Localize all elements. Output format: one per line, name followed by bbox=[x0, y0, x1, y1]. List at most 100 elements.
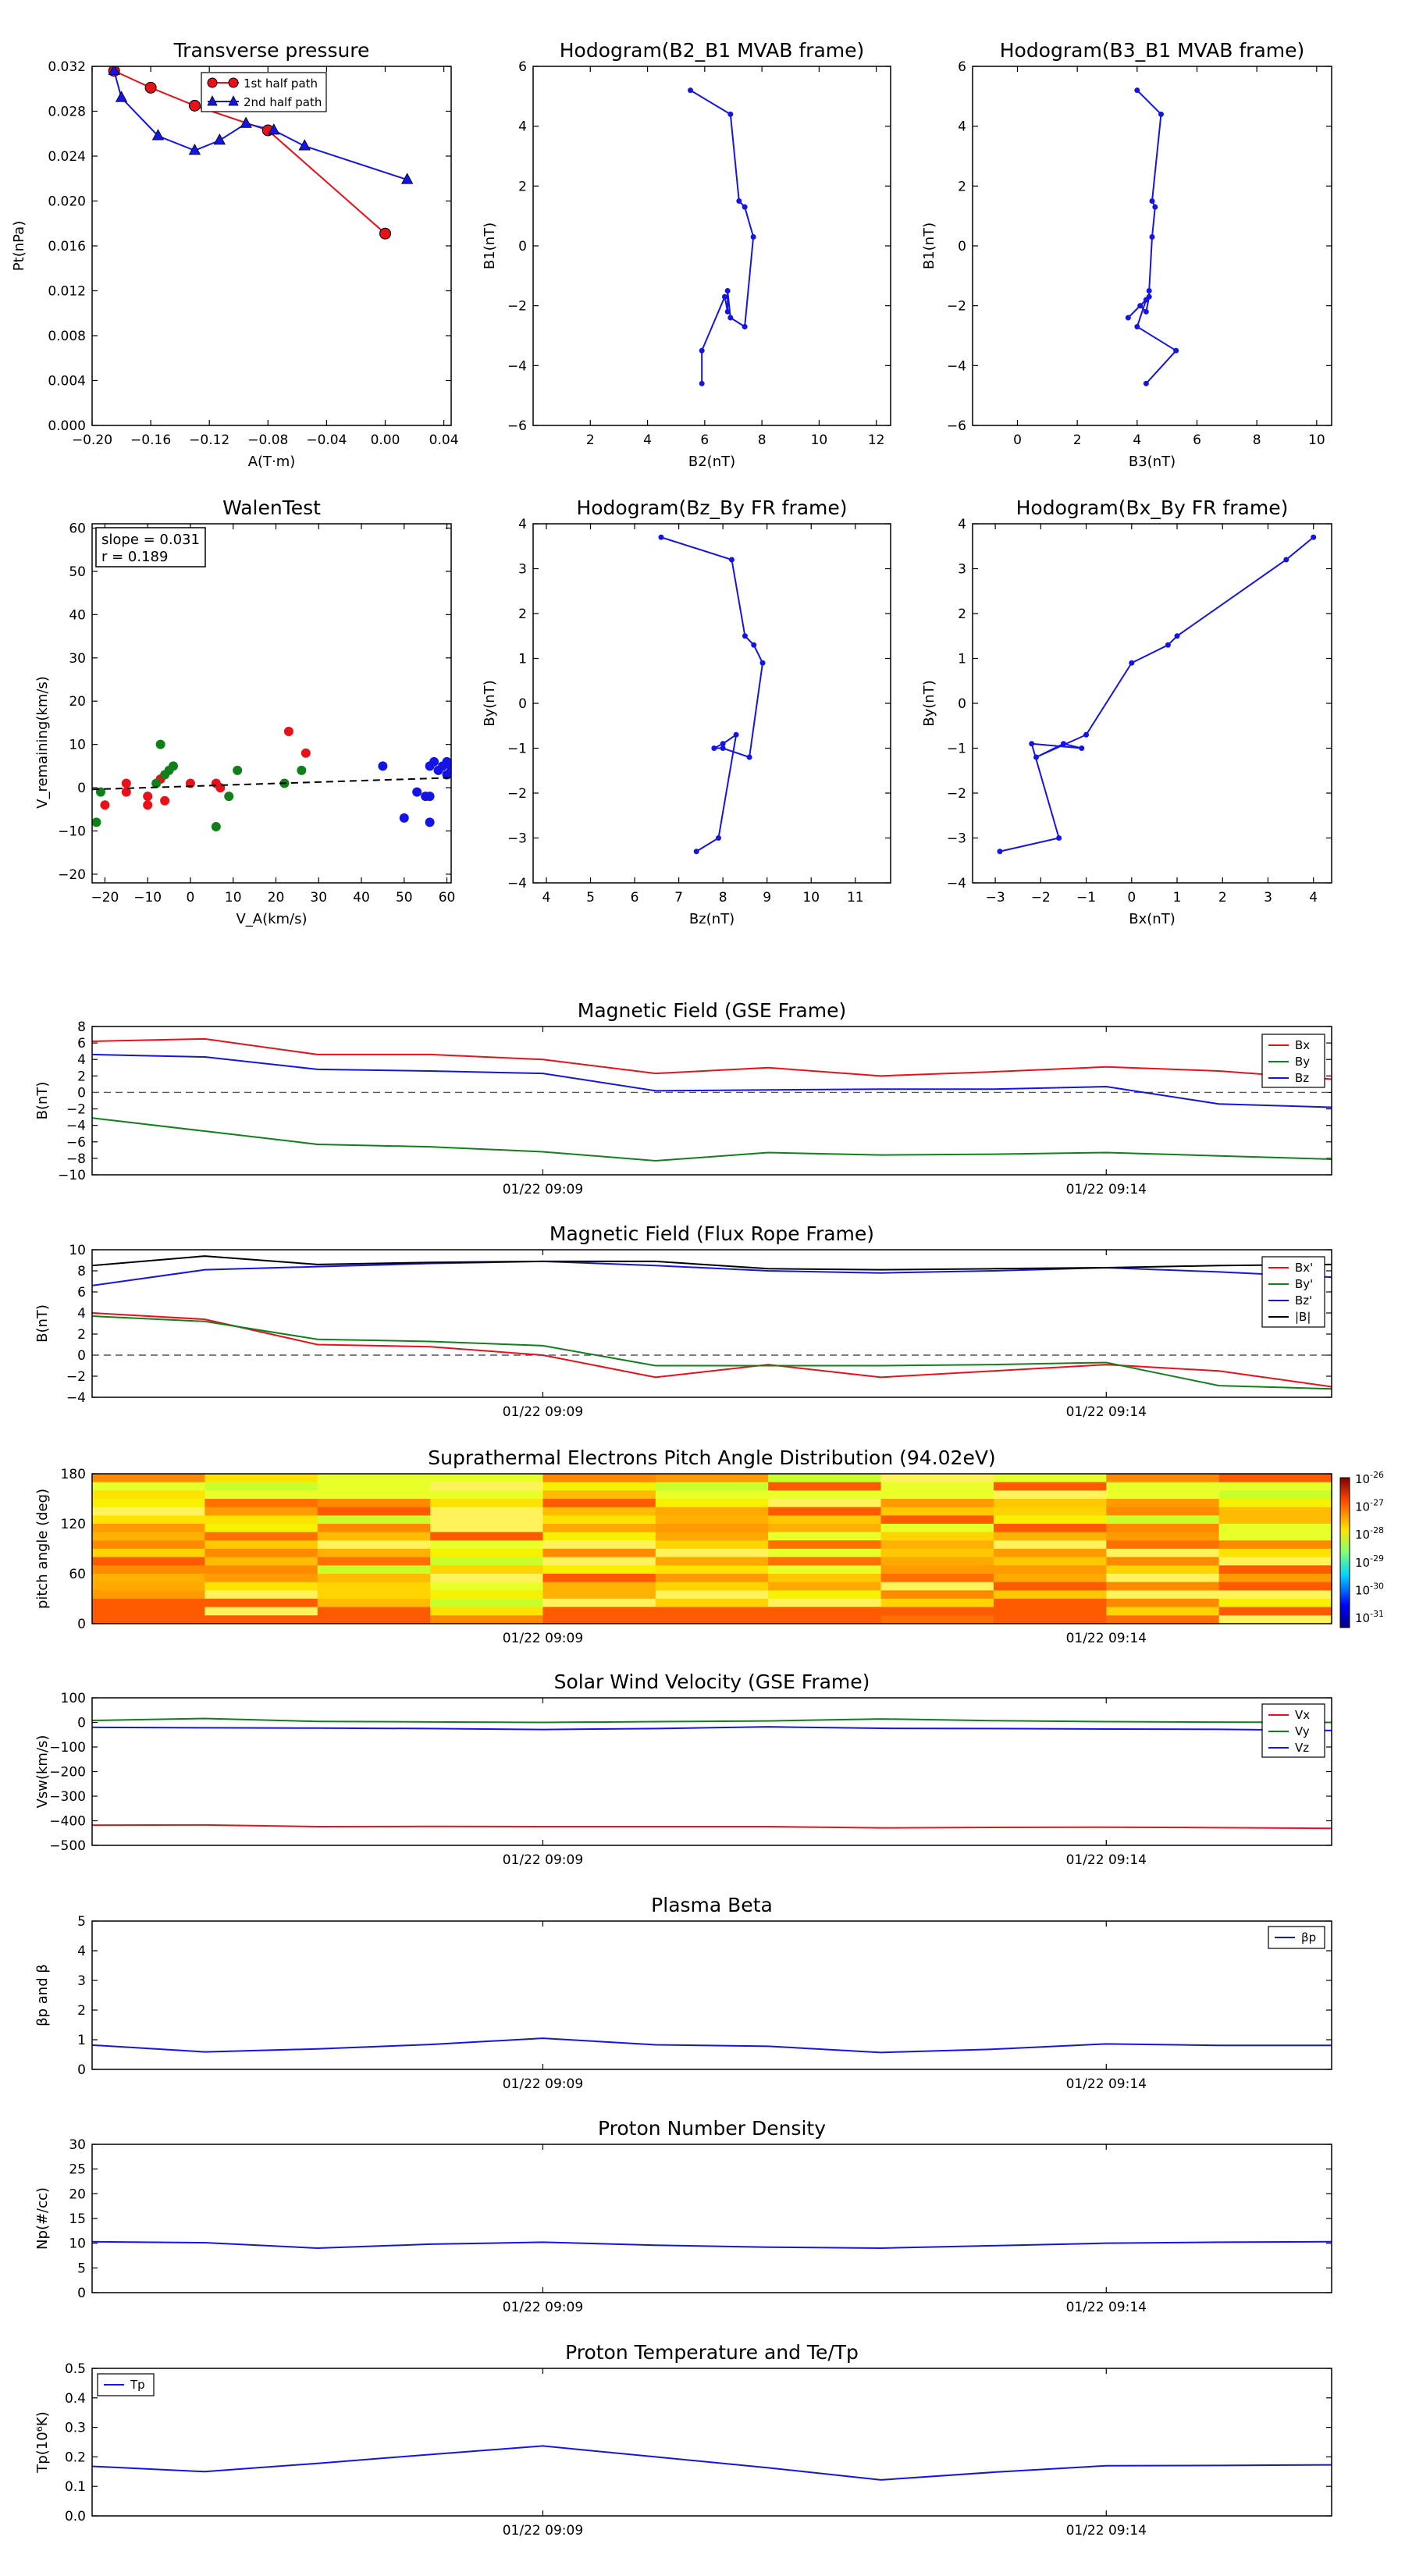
heatmap-cell bbox=[993, 1482, 1107, 1491]
data-point bbox=[425, 817, 435, 827]
heatmap-cell bbox=[317, 1499, 431, 1508]
heatmap-cell bbox=[92, 1599, 205, 1608]
legend: βp bbox=[1268, 1926, 1325, 1949]
x-tick-label: 01/22 09:09 bbox=[503, 2523, 583, 2539]
colorbar-exponent: -27 bbox=[1370, 1498, 1384, 1508]
annotation-r: r = 0.189 bbox=[101, 549, 168, 565]
axes-frame bbox=[972, 523, 1332, 884]
heatmap-cell bbox=[92, 1565, 205, 1574]
colorbar-base: 10 bbox=[1355, 1528, 1370, 1542]
x-tick-label: 6 bbox=[1193, 432, 1201, 448]
heatmap-cell bbox=[430, 1565, 544, 1574]
y-tick-label: 0 bbox=[958, 239, 966, 254]
y-tick-label: −100 bbox=[49, 1740, 86, 1756]
heatmap-cell bbox=[317, 1606, 431, 1616]
heatmap-cell bbox=[768, 1557, 882, 1566]
y-tick-label: −2 bbox=[66, 1369, 86, 1385]
x-tick-label: −0.08 bbox=[247, 432, 288, 448]
x-tick-label: 1 bbox=[1173, 890, 1182, 906]
heatmap-cell bbox=[542, 1582, 656, 1591]
y-tick-label: 4 bbox=[958, 119, 966, 135]
heatmap-cell bbox=[317, 1515, 431, 1525]
heatmap-cell bbox=[655, 1474, 769, 1483]
legend-label: 2nd half path bbox=[244, 95, 322, 109]
heatmap-cell bbox=[542, 1540, 656, 1550]
y-tick-label: 0.020 bbox=[48, 194, 86, 210]
heatmap-cell bbox=[205, 1515, 318, 1525]
data-point bbox=[693, 849, 699, 855]
series-line bbox=[92, 1117, 1332, 1162]
legend: Vx Vy Vz bbox=[1261, 1703, 1325, 1758]
heatmap-cell bbox=[542, 1499, 656, 1508]
heatmap-cell bbox=[542, 1606, 656, 1616]
series-line bbox=[92, 1053, 1332, 1108]
y-tick-label: 1 bbox=[958, 652, 966, 667]
heatmap-cell bbox=[430, 1540, 544, 1550]
data-point bbox=[742, 204, 748, 210]
heatmap-cell bbox=[542, 1490, 656, 1500]
heatmap-cell bbox=[1218, 1490, 1332, 1500]
axes-frame bbox=[532, 66, 891, 426]
x-tick-label: 4 bbox=[1309, 890, 1318, 906]
heatmap-cell bbox=[655, 1599, 769, 1608]
heatmap-cell bbox=[430, 1499, 544, 1508]
data-point bbox=[213, 133, 226, 145]
data-point bbox=[721, 294, 727, 300]
y-tick-label: 6 bbox=[958, 59, 966, 75]
data-point bbox=[720, 741, 726, 747]
data-point bbox=[144, 81, 157, 94]
heatmap-cell bbox=[205, 1499, 318, 1508]
colorbar-exponent: -31 bbox=[1370, 1609, 1384, 1619]
heatmap-cell bbox=[655, 1606, 769, 1616]
x-tick-label: 20 bbox=[268, 890, 285, 906]
y-tick-label: 0.008 bbox=[48, 329, 86, 344]
axes-frame bbox=[91, 1920, 1332, 2070]
data-point bbox=[699, 347, 705, 354]
y-tick-label: 0.2 bbox=[65, 2450, 86, 2465]
panel-title: WalenTest bbox=[222, 496, 321, 519]
legend-label: By bbox=[1295, 1055, 1310, 1069]
heatmap-cell bbox=[205, 1540, 318, 1550]
data-point bbox=[143, 800, 153, 810]
y-tick-label: −2 bbox=[507, 786, 527, 802]
heatmap-cell bbox=[430, 1549, 544, 1558]
y-tick-label: −1 bbox=[507, 742, 527, 757]
heatmap-cell bbox=[655, 1590, 769, 1599]
heatmap-cell bbox=[655, 1557, 769, 1566]
y-tick-label: 0.028 bbox=[48, 105, 86, 120]
x-axis-label: B2(nT) bbox=[688, 454, 735, 470]
panel-np: Proton Number Density Np(#/cc) 0 5 10 15 20 25 3… bbox=[34, 2117, 1332, 2315]
y-tick-label: −8 bbox=[66, 1151, 86, 1167]
x-tick-label: 60 bbox=[439, 890, 456, 906]
heatmap-cell bbox=[1106, 1515, 1220, 1525]
y-tick-label: −10 bbox=[58, 824, 86, 839]
data-point bbox=[100, 800, 110, 810]
heatmap-cell bbox=[92, 1557, 205, 1566]
colorbar-label: 10-31 bbox=[1355, 1609, 1384, 1625]
legend-label: |B| bbox=[1295, 1310, 1311, 1324]
x-tick-label: 01/22 09:09 bbox=[503, 2076, 583, 2092]
x-tick-label: 8 bbox=[1253, 432, 1261, 448]
x-tick-label: 50 bbox=[396, 890, 413, 906]
heatmap-cell bbox=[205, 1615, 318, 1624]
data-point bbox=[429, 756, 439, 767]
heatmap-cell bbox=[1106, 1590, 1220, 1599]
x-tick-label: 2 bbox=[1073, 432, 1082, 448]
y-tick-label: 3 bbox=[77, 1973, 86, 1989]
heatmap-cell bbox=[1218, 1549, 1332, 1558]
y-tick-label: 10 bbox=[69, 1243, 86, 1258]
heatmap-cell bbox=[768, 1499, 882, 1508]
legend-marker bbox=[228, 77, 239, 88]
heatmap-cell bbox=[993, 1582, 1107, 1591]
colorbar-label: 10-28 bbox=[1355, 1525, 1384, 1542]
x-tick-label: 01/22 09:14 bbox=[1066, 1404, 1147, 1420]
panel-title: Hodogram(Bx_By FR frame) bbox=[1016, 496, 1289, 519]
data-layer bbox=[92, 2240, 1332, 2250]
legend-label: Vx bbox=[1295, 1708, 1310, 1722]
heatmap-cell bbox=[768, 1549, 882, 1558]
x-tick-label: −2 bbox=[1031, 890, 1051, 906]
y-tick-label: −6 bbox=[66, 1135, 86, 1151]
heatmap-cell bbox=[92, 1474, 205, 1483]
x-tick-label: 01/22 09:09 bbox=[503, 1182, 583, 1197]
y-tick-label: 0 bbox=[77, 1716, 86, 1731]
